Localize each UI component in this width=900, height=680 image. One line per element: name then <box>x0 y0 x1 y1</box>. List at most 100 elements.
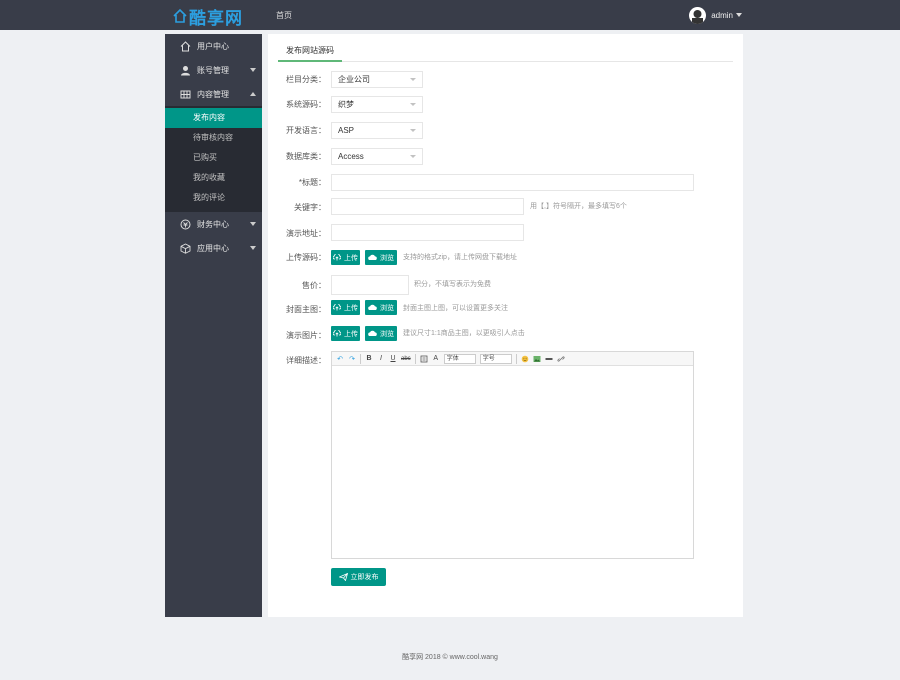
tab-publish-source[interactable]: 发布网站源码 <box>278 42 342 62</box>
button-label: 立即发布 <box>350 574 379 581</box>
language-value: ASP <box>338 126 355 135</box>
chevron-down-icon <box>250 68 256 72</box>
toolbar-divider <box>515 353 517 364</box>
sidebar-item-account[interactable]: 账号管理 <box>165 58 262 82</box>
sidebar-item-label: 财务中心 <box>197 219 229 229</box>
sidebar-item-finance[interactable]: 财务中心 <box>165 212 262 236</box>
toolbar-divider <box>360 353 361 364</box>
browse-cover-button[interactable]: 浏览 <box>365 300 397 315</box>
title-input[interactable] <box>331 174 694 191</box>
database-value: Access <box>338 152 364 161</box>
user-name: admin <box>711 10 733 20</box>
font-size-select[interactable]: 字号 <box>479 353 512 364</box>
finance-icon <box>179 218 191 230</box>
toolbar-divider <box>414 353 416 364</box>
upload-hint: 支持的格式zip，请上传网盘下载地址 <box>403 254 517 261</box>
cloud-icon <box>368 304 377 310</box>
logo-text: 酷享网 <box>189 8 243 28</box>
top-bar: 酷享网 首页 admin <box>0 0 900 30</box>
sidebar: 用户中心 账号管理 内容管理 发布内容 待审核内容 已购买 我的收藏 我的评论 … <box>165 34 262 617</box>
upload-source-button[interactable]: 上传 <box>331 250 360 265</box>
font-color-button[interactable]: A <box>432 354 440 364</box>
upload-icon <box>333 304 341 311</box>
sidebar-item-label: 账号管理 <box>197 65 229 75</box>
sidebar-item-content[interactable]: 内容管理 <box>165 82 262 106</box>
category-select[interactable]: 企业公司 <box>331 71 423 88</box>
demo-input[interactable] <box>331 224 524 241</box>
sidebar-sub-pending[interactable]: 待审核内容 <box>165 128 262 148</box>
sidebar-item-label: 用户中心 <box>197 41 229 51</box>
site-logo[interactable]: 酷享网 <box>172 6 243 28</box>
demo-label: 演示地址： <box>286 229 326 238</box>
cube-icon <box>179 242 191 254</box>
emoji-icon[interactable] <box>521 354 529 364</box>
footer-copyright: 酷享网 2018 © www.cool.wang <box>402 654 498 661</box>
redo-icon[interactable]: ↷ <box>348 354 356 364</box>
database-select[interactable]: Access <box>331 148 423 165</box>
publish-button[interactable]: 立即发布 <box>331 568 386 586</box>
rich-text-editor: ↶ ↷ B I U abc A 字体 字号 <box>331 351 694 559</box>
detail-label: 详细描述： <box>286 356 326 365</box>
price-label: 售价： <box>302 281 326 290</box>
button-label: 浏览 <box>380 330 394 338</box>
undo-icon[interactable]: ↶ <box>336 354 344 364</box>
editor-body[interactable] <box>332 367 693 558</box>
chevron-down-icon <box>410 103 416 106</box>
upload-demo-image-button[interactable]: 上传 <box>331 326 360 341</box>
sidebar-submenu: 发布内容 待审核内容 已购买 我的收藏 我的评论 <box>165 106 262 212</box>
sidebar-item-user-center[interactable]: 用户中心 <box>165 34 262 58</box>
home-icon <box>179 40 191 52</box>
browse-demo-image-button[interactable]: 浏览 <box>365 326 397 341</box>
italic-button[interactable]: I <box>377 354 385 364</box>
horizontal-rule-icon[interactable] <box>545 354 553 364</box>
sidebar-sub-publish[interactable]: 发布内容 <box>165 108 262 128</box>
font-family-select[interactable]: 字体 <box>443 353 476 364</box>
send-icon <box>338 573 348 581</box>
system-value: 织梦 <box>338 100 354 109</box>
sidebar-item-label: 应用中心 <box>197 243 229 253</box>
link-icon[interactable] <box>557 354 565 364</box>
nav-home-link[interactable]: 首页 <box>276 10 292 21</box>
database-label: 数据库类： <box>286 152 326 161</box>
button-label: 浏览 <box>380 254 394 262</box>
tab-bar: 发布网站源码 <box>278 42 733 62</box>
sidebar-sub-purchased[interactable]: 已购买 <box>165 148 262 168</box>
category-label: 栏目分类： <box>286 75 326 84</box>
language-select[interactable]: ASP <box>331 122 423 139</box>
upload-icon <box>333 330 341 337</box>
upload-icon <box>333 254 341 261</box>
editor-toolbar: ↶ ↷ B I U abc A 字体 字号 <box>332 352 693 366</box>
chevron-down-icon <box>410 129 416 132</box>
chevron-down-icon <box>410 78 416 81</box>
underline-button[interactable]: U <box>389 354 397 364</box>
demo-image-label: 演示图片： <box>286 331 326 340</box>
main-content: 发布网站源码 栏目分类： 企业公司 系统源码： 织梦 开发语言： ASP 数据库… <box>268 34 743 617</box>
sidebar-sub-comments[interactable]: 我的评论 <box>165 188 262 208</box>
upload-cover-button[interactable]: 上传 <box>331 300 360 315</box>
language-label: 开发语言： <box>286 126 326 135</box>
browse-source-button[interactable]: 浏览 <box>365 250 397 265</box>
system-select[interactable]: 织梦 <box>331 96 423 113</box>
sidebar-sub-favorites[interactable]: 我的收藏 <box>165 168 262 188</box>
user-menu[interactable]: admin <box>689 6 742 24</box>
button-label: 上传 <box>344 304 358 312</box>
image-icon[interactable] <box>533 354 541 364</box>
sidebar-item-apps[interactable]: 应用中心 <box>165 236 262 260</box>
button-label: 浏览 <box>380 304 394 312</box>
format-icon[interactable] <box>420 354 428 364</box>
chevron-down-icon <box>736 13 742 17</box>
bold-button[interactable]: B <box>365 354 373 364</box>
keywords-input[interactable] <box>331 198 524 215</box>
price-input[interactable] <box>331 275 409 295</box>
cloud-icon <box>368 330 377 336</box>
system-label: 系统源码： <box>286 100 326 109</box>
category-value: 企业公司 <box>338 75 370 84</box>
house-logo-icon <box>173 8 187 23</box>
demo-image-hint: 建议尺寸1:1商品主图，以更吸引人点击 <box>403 330 525 337</box>
strikethrough-button[interactable]: abc <box>401 354 411 364</box>
title-label: *标题： <box>298 178 326 187</box>
cover-label: 封面主图： <box>286 305 326 314</box>
avatar <box>689 6 707 24</box>
cover-hint: 封面主图上图，可以设置更多关注 <box>403 305 508 312</box>
grid-icon <box>179 88 191 100</box>
